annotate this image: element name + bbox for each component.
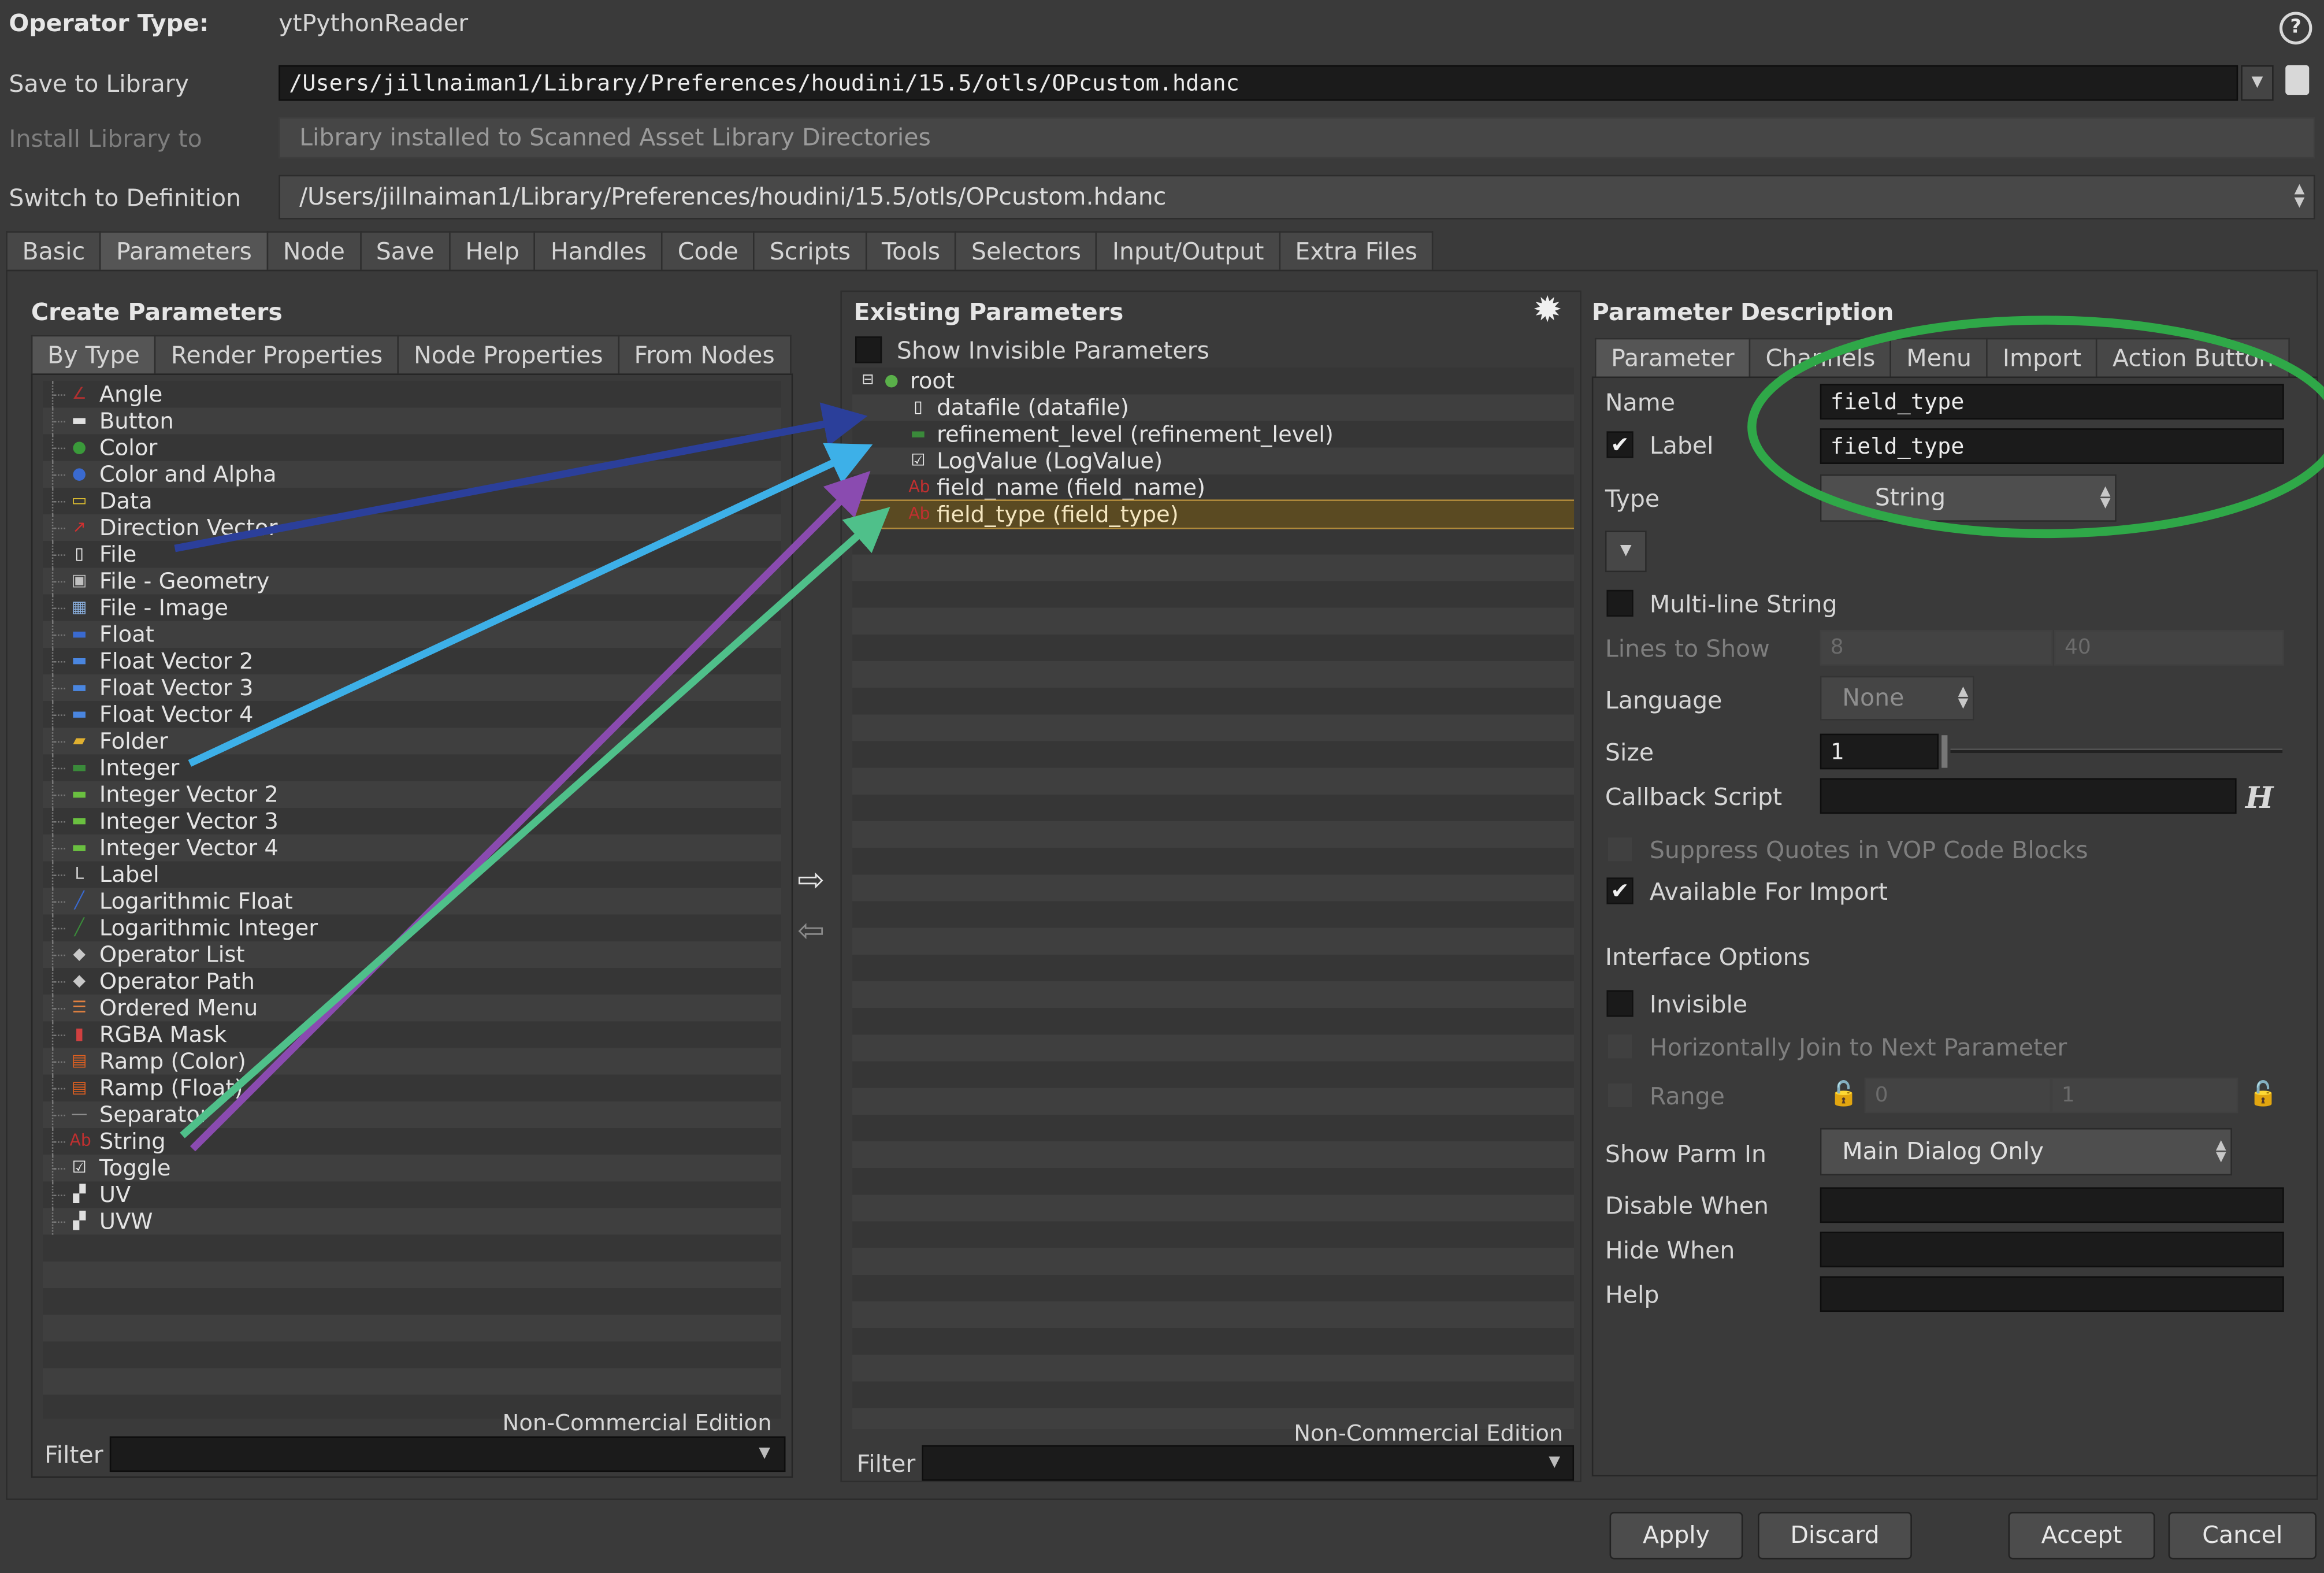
arrow-file-to-datafile — [174, 402, 868, 552]
arrow-toggle-to-logvalue — [190, 470, 871, 1152]
type-properties-window: Operator Type: ytPythonReader ? Save to … — [0, 0, 2324, 1573]
annotation-overlay — [174, 316, 2324, 1152]
arrow-integer-to-refinement — [188, 443, 873, 767]
highlight-ellipse — [1747, 316, 2324, 539]
